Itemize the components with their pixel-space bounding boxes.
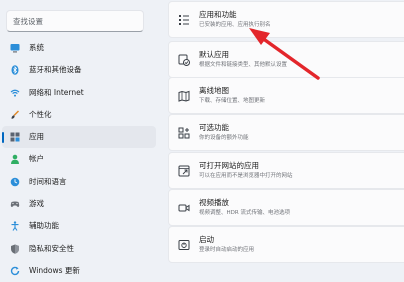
card-subtitle: 已安装的应用、应用执行别名: [199, 22, 271, 28]
card-default-apps[interactable]: 默认应用 根据文件和链接类型、其他默认设置: [168, 41, 404, 78]
card-title: 启动: [199, 235, 214, 244]
card-startup[interactable]: 启动 登录时自动启动的应用: [168, 226, 404, 263]
card-subtitle: 视频调整、HDR 流式传输、电池选项: [199, 210, 290, 216]
gamepad-icon: [10, 201, 20, 208]
sidebar-item-label: 蓝牙和其他设备: [29, 65, 82, 75]
sidebar-item-apps[interactable]: 应用: [2, 126, 156, 149]
card-title: 应用和功能: [199, 10, 237, 19]
card-video-playback[interactable]: 视频播放 视频调整、HDR 流式传输、电池选项: [168, 189, 404, 226]
sidebar-item-system[interactable]: 系统: [0, 37, 160, 59]
card-subtitle: 下载、存储位置、地图更新: [199, 98, 266, 104]
card-offline-maps[interactable]: 离线地图 下载、存储位置、地图更新: [168, 77, 404, 114]
apps-list-icon: [179, 15, 189, 25]
card-title: 可打开网站的应用: [199, 161, 259, 170]
nav-list: 系统 蓝牙和其他设备 网络和 Internet 个性化 应用 帐户 时间和语言: [0, 37, 160, 282]
sidebar-item-label: 网络和 Internet: [29, 87, 84, 97]
paintbrush-icon: [11, 110, 20, 119]
sidebar-item-time-language[interactable]: 时间和语言: [0, 171, 160, 193]
sidebar-item-windows-update[interactable]: Windows 更新: [0, 260, 160, 282]
sidebar-item-network[interactable]: 网络和 Internet: [0, 82, 160, 104]
card-title: 可选功能: [199, 123, 229, 132]
card-subtitle: 可以在应用而不是浏览器中打开的网站: [199, 173, 293, 179]
open-website-icon: [178, 165, 190, 177]
monitor-icon: [10, 44, 20, 53]
search-input[interactable]: 查找设置: [6, 10, 144, 32]
card-subtitle: 你的设备的额外功能: [199, 135, 249, 141]
card-optional-features[interactable]: 可选功能 你的设备的额外功能: [168, 114, 404, 151]
card-title: 视频播放: [199, 198, 229, 207]
wifi-icon: [10, 89, 20, 97]
sidebar-item-gaming[interactable]: 游戏: [0, 193, 160, 215]
sidebar-item-label: 时间和语言: [29, 176, 67, 186]
map-icon: [178, 90, 190, 102]
sidebar-item-label: 隐私和安全性: [29, 243, 74, 253]
card-apps-features[interactable]: 应用和功能 已安装的应用、应用执行别名: [168, 1, 404, 38]
sidebar-item-label: 帐户: [29, 154, 44, 164]
sidebar-item-label: 个性化: [29, 109, 52, 119]
apps-icon: [10, 132, 20, 142]
globe-clock-icon: [10, 177, 20, 187]
bluetooth-icon: [11, 65, 19, 76]
sidebar-item-accounts[interactable]: 帐户: [0, 148, 160, 170]
sidebar-item-privacy[interactable]: 隐私和安全性: [0, 238, 160, 260]
optional-features-icon: [178, 127, 190, 139]
sidebar: 查找设置 系统 蓝牙和其他设备 网络和 Internet 个性化 应用 帐户 时…: [0, 0, 160, 276]
startup-icon: [178, 240, 190, 250]
card-title: 离线地图: [199, 86, 229, 95]
card-subtitle: 登录时自动启动的应用: [199, 247, 255, 253]
main-content: 应用和功能 已安装的应用、应用执行别名 默认应用 根据文件和链接类型、其他默认设…: [160, 0, 404, 263]
update-icon: [10, 266, 20, 276]
card-apps-for-websites[interactable]: 可打开网站的应用 可以在应用而不是浏览器中打开的网站: [168, 152, 404, 189]
sidebar-item-label: 系统: [29, 43, 44, 52]
card-title: 默认应用: [199, 50, 229, 59]
sidebar-item-personalization[interactable]: 个性化: [0, 104, 160, 126]
sidebar-item-bluetooth[interactable]: 蓝牙和其他设备: [0, 59, 160, 81]
sidebar-item-label: 应用: [29, 132, 44, 142]
sidebar-item-accessibility[interactable]: 辅助功能: [0, 215, 160, 237]
card-subtitle: 根据文件和链接类型、其他默认设置: [199, 62, 288, 68]
default-apps-icon: [178, 54, 190, 66]
sidebar-item-label: Windows 更新: [29, 265, 80, 275]
person-icon: [11, 155, 19, 165]
sidebar-item-label: 游戏: [29, 199, 44, 209]
video-icon: [178, 204, 190, 212]
sidebar-item-label: 辅助功能: [29, 221, 59, 231]
accessibility-icon: [11, 221, 19, 232]
shield-icon: [11, 244, 19, 254]
